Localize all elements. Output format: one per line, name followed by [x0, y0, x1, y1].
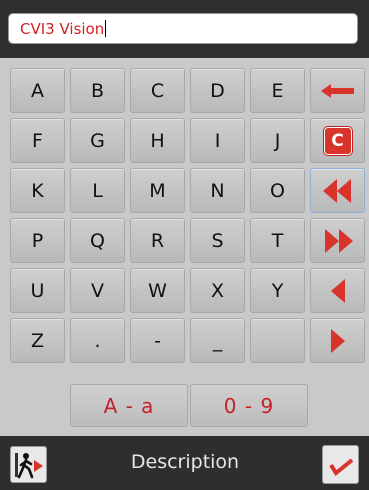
text-caret	[105, 20, 107, 37]
double-left-icon	[322, 178, 351, 203]
clear-button[interactable]: C	[310, 118, 365, 163]
key-k[interactable]: K	[10, 168, 65, 213]
left-triangle-icon	[330, 278, 345, 303]
key-p[interactable]: P	[10, 218, 65, 263]
key-r[interactable]: R	[130, 218, 185, 263]
cursor-end-button[interactable]	[310, 218, 365, 263]
key-o[interactable]: O	[250, 168, 305, 213]
check-icon	[328, 457, 353, 476]
key-hyphen[interactable]: -	[130, 318, 185, 363]
key-j[interactable]: J	[250, 118, 305, 163]
cursor-right-button[interactable]	[310, 318, 365, 363]
clear-icon: C	[323, 126, 352, 155]
key-h[interactable]: H	[130, 118, 185, 163]
key-period[interactable]: .	[70, 318, 125, 363]
key-b[interactable]: B	[70, 68, 125, 113]
key-underscore[interactable]: _	[190, 318, 245, 363]
digits-toggle-button[interactable]: 0 - 9	[190, 384, 308, 427]
key-e[interactable]: E	[250, 68, 305, 113]
key-v[interactable]: V	[70, 268, 125, 313]
key-d[interactable]: D	[190, 68, 245, 113]
key-y[interactable]: Y	[250, 268, 305, 313]
key-g[interactable]: G	[70, 118, 125, 163]
exit-button[interactable]	[10, 446, 47, 483]
key-q[interactable]: Q	[70, 218, 125, 263]
key-space[interactable]	[250, 318, 305, 363]
key-z[interactable]: Z	[10, 318, 65, 363]
key-c[interactable]: C	[130, 68, 185, 113]
exit-icon	[14, 452, 43, 478]
left-arrow-icon	[320, 83, 354, 98]
double-right-icon	[324, 228, 353, 253]
key-x[interactable]: X	[190, 268, 245, 313]
cursor-left-button[interactable]	[310, 268, 365, 313]
key-l[interactable]: L	[70, 168, 125, 213]
text-input[interactable]: CVI3 Vision	[8, 13, 358, 44]
case-toggle-button[interactable]: A - a	[70, 384, 188, 427]
right-triangle-icon	[330, 328, 345, 353]
key-s[interactable]: S	[190, 218, 245, 263]
footer-title: Description	[130, 451, 240, 473]
keyboard: A B C D E F G H I J C K L M N O P Q R S …	[0, 58, 369, 436]
key-i[interactable]: I	[190, 118, 245, 163]
header-bar: CVI3 Vision	[0, 0, 369, 58]
confirm-button[interactable]	[322, 445, 359, 484]
key-u[interactable]: U	[10, 268, 65, 313]
key-w[interactable]: W	[130, 268, 185, 313]
cursor-start-button[interactable]	[310, 168, 365, 213]
key-a[interactable]: A	[10, 68, 65, 113]
backspace-button[interactable]	[310, 68, 365, 113]
key-m[interactable]: M	[130, 168, 185, 213]
key-t[interactable]: T	[250, 218, 305, 263]
input-value: CVI3 Vision	[20, 20, 105, 38]
key-f[interactable]: F	[10, 118, 65, 163]
key-n[interactable]: N	[190, 168, 245, 213]
